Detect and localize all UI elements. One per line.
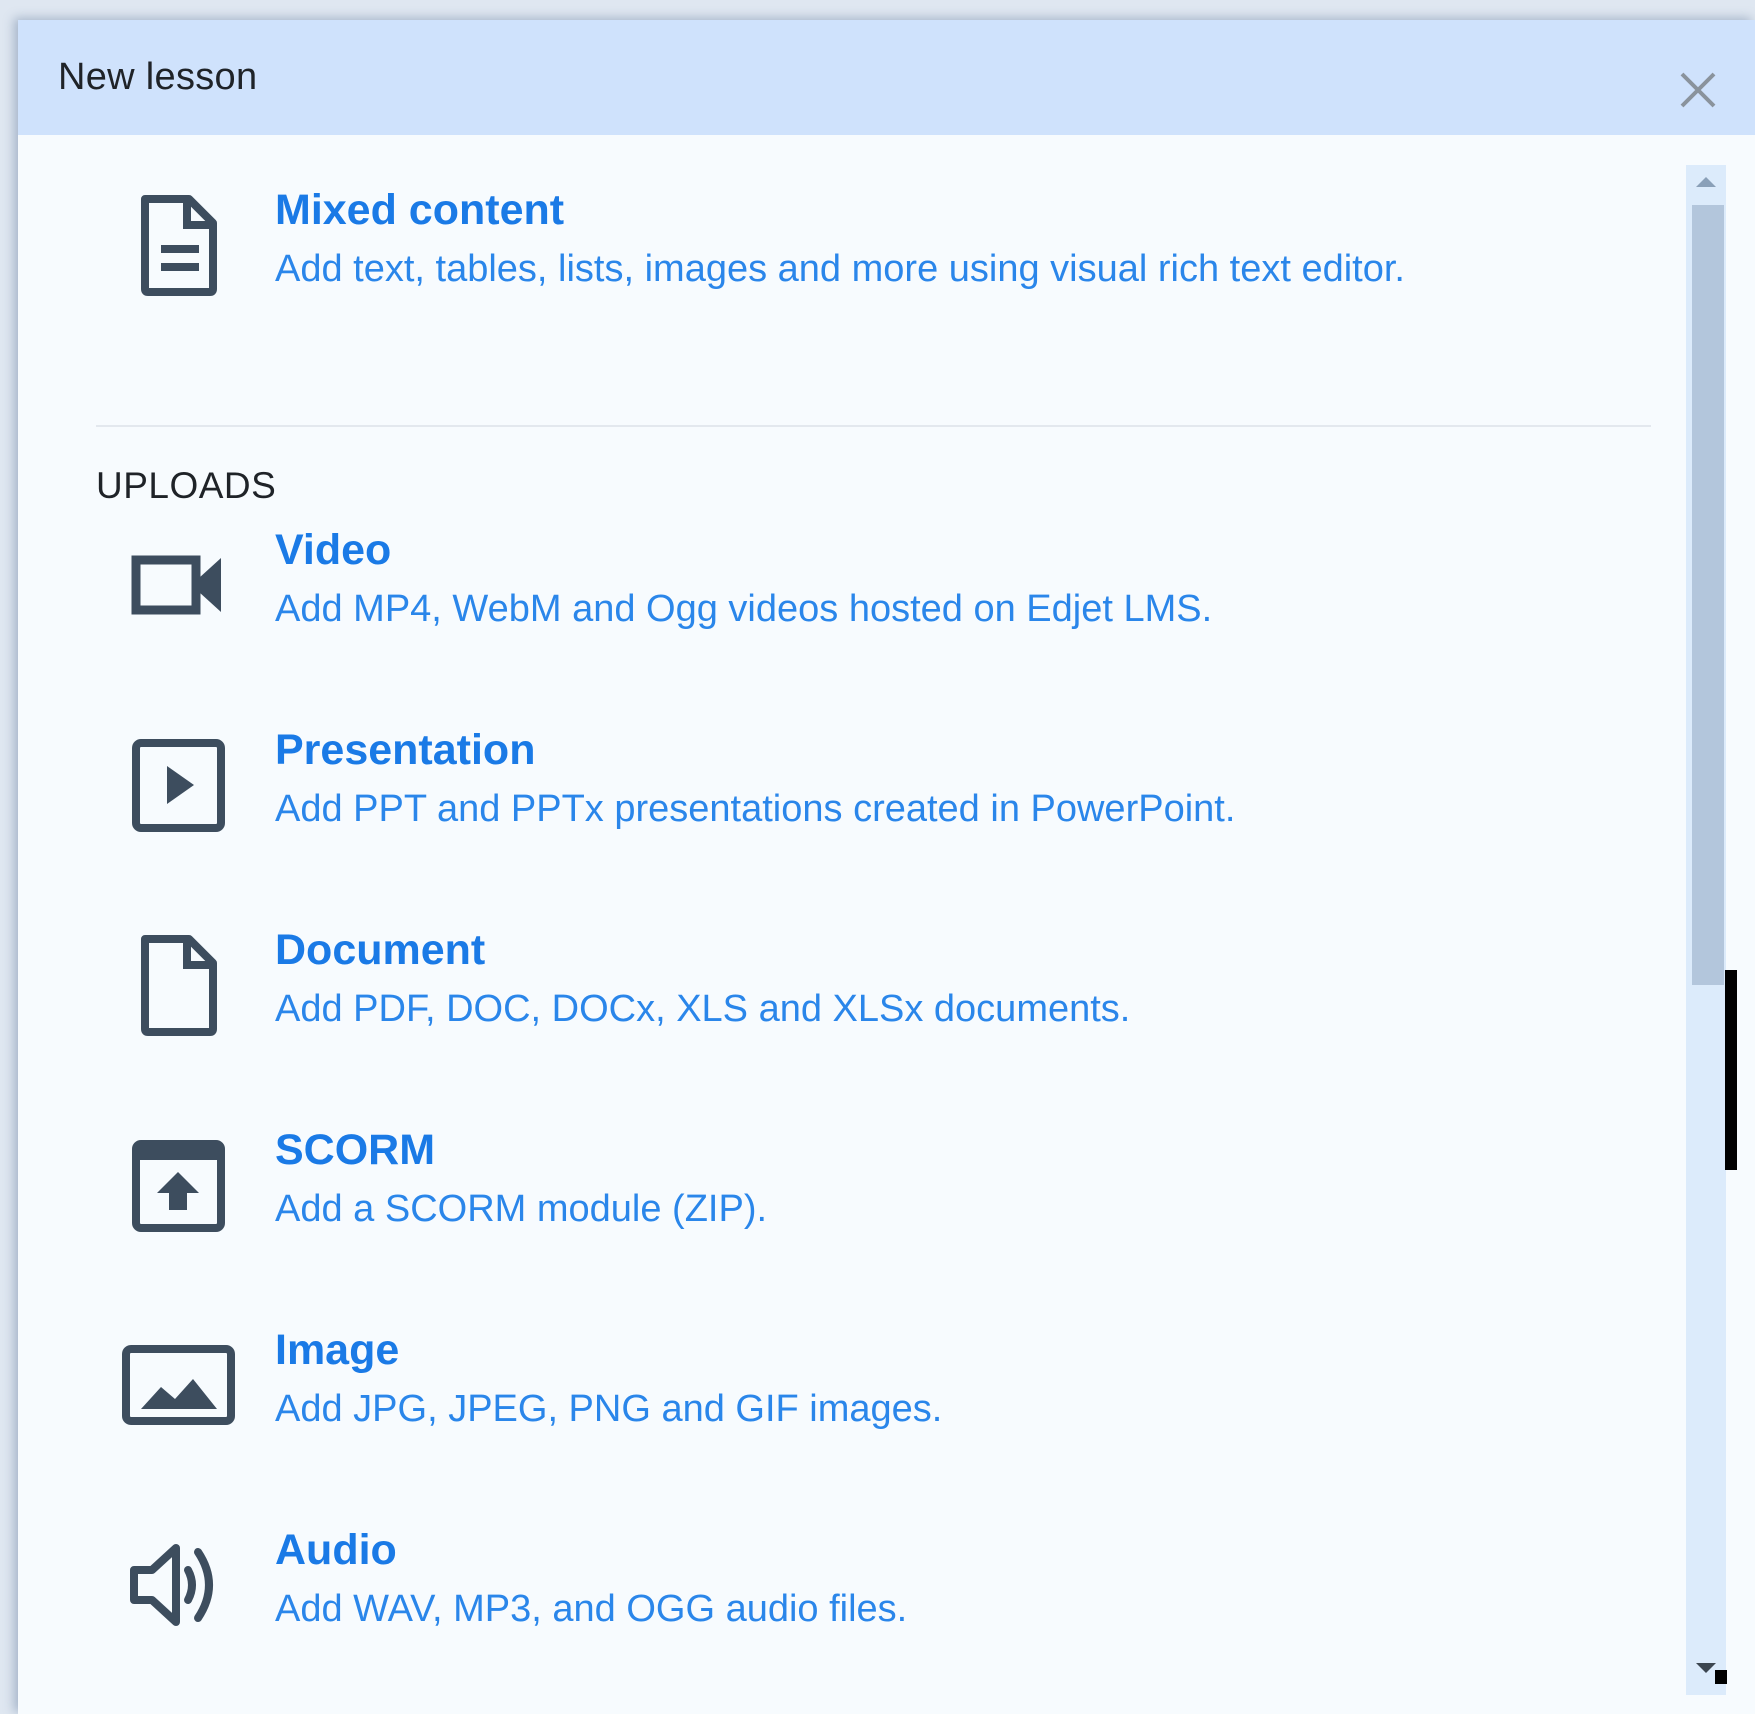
speaker-icon xyxy=(113,1520,243,1650)
new-lesson-dialog: New lesson Mixed content Add text, table… xyxy=(18,20,1755,1714)
option-description: Add PPT and PPTx presentations created i… xyxy=(275,788,1236,830)
option-description: Add text, tables, lists, images and more… xyxy=(275,248,1405,290)
dialog-title: New lesson xyxy=(58,56,258,98)
option-description: Add MP4, WebM and Ogg videos hosted on E… xyxy=(275,588,1213,630)
divider xyxy=(96,425,1651,427)
scrollbar-thumb[interactable] xyxy=(1692,205,1724,985)
option-image[interactable]: Image Add JPG, JPEG, PNG and GIF images. xyxy=(113,1320,1653,1470)
option-presentation[interactable]: Presentation Add PPT and PPTx presentati… xyxy=(113,720,1653,870)
option-document[interactable]: Document Add PDF, DOC, DOCx, XLS and XLS… xyxy=(113,920,1653,1070)
option-description: Add PDF, DOC, DOCx, XLS and XLSx documen… xyxy=(275,988,1131,1030)
option-video[interactable]: Video Add MP4, WebM and Ogg videos hoste… xyxy=(113,520,1653,670)
option-audio[interactable]: Audio Add WAV, MP3, and OGG audio files. xyxy=(113,1520,1653,1670)
resize-handle[interactable] xyxy=(1715,1670,1727,1684)
uploads-heading: UPLOADS xyxy=(96,465,277,506)
option-title: Document xyxy=(275,926,486,974)
document-lines-icon xyxy=(113,180,243,310)
presentation-play-icon xyxy=(113,720,243,850)
scrollbar[interactable] xyxy=(1686,165,1726,1695)
option-description: Add a SCORM module (ZIP). xyxy=(275,1188,768,1230)
close-icon[interactable] xyxy=(1673,65,1723,115)
scorm-upload-icon xyxy=(113,1120,243,1250)
scroll-down-arrow-icon[interactable] xyxy=(1696,1663,1716,1673)
video-camera-icon xyxy=(113,520,243,650)
image-icon xyxy=(113,1320,243,1450)
option-description: Add WAV, MP3, and OGG audio files. xyxy=(275,1588,908,1630)
option-description: Add JPG, JPEG, PNG and GIF images. xyxy=(275,1388,943,1430)
option-title: Presentation xyxy=(275,726,536,774)
option-title: Image xyxy=(275,1326,400,1374)
scrollbar-edge-marker xyxy=(1725,970,1737,1170)
dialog-body: Mixed content Add text, tables, lists, i… xyxy=(18,135,1678,1714)
scroll-up-arrow-icon[interactable] xyxy=(1696,177,1716,187)
dialog-header: New lesson xyxy=(18,20,1755,135)
document-icon xyxy=(113,920,243,1050)
option-mixed-content[interactable]: Mixed content Add text, tables, lists, i… xyxy=(113,180,1653,330)
option-scorm[interactable]: SCORM Add a SCORM module (ZIP). xyxy=(113,1120,1653,1270)
option-title: Mixed content xyxy=(275,186,565,234)
option-title: Audio xyxy=(275,1526,397,1574)
option-title: Video xyxy=(275,526,392,574)
option-title: SCORM xyxy=(275,1126,436,1174)
